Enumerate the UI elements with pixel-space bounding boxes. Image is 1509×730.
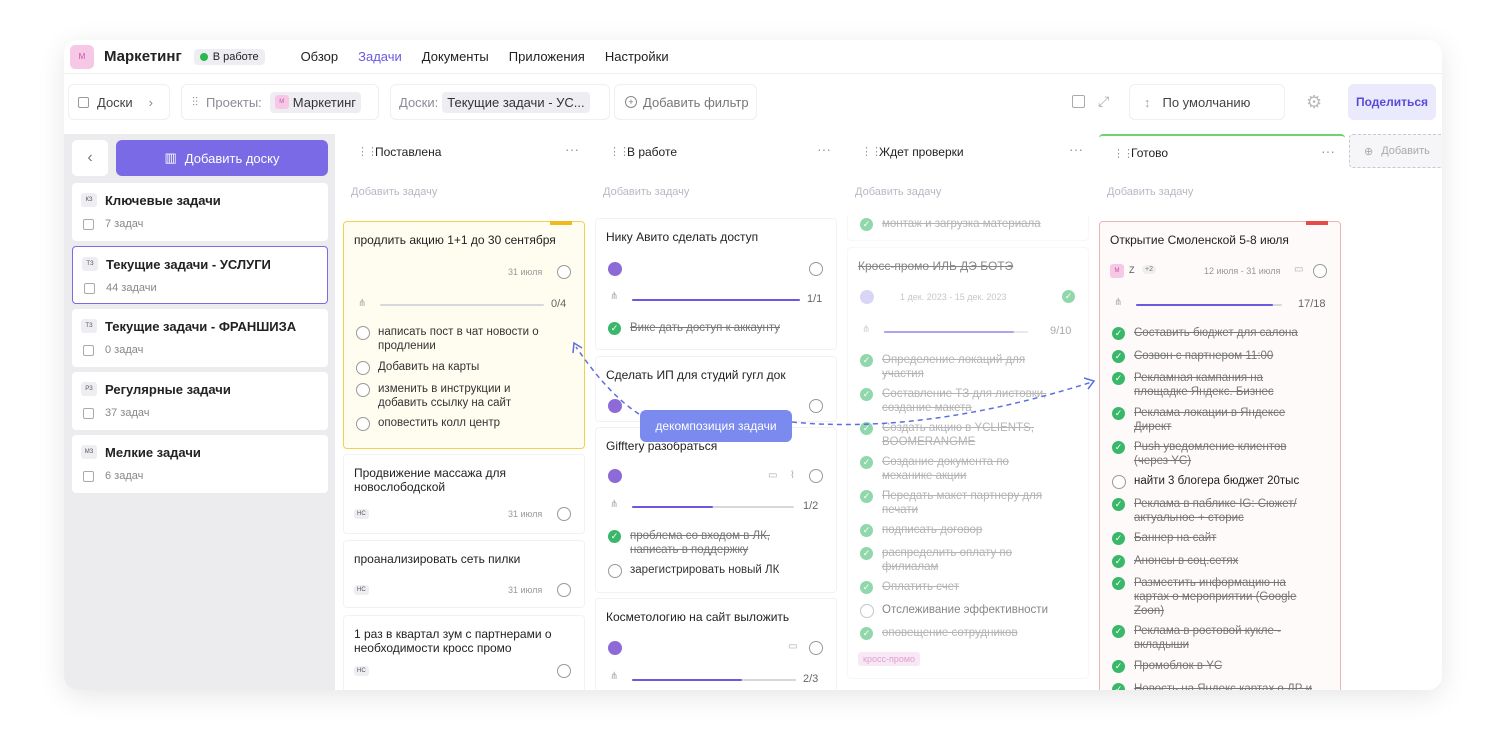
decomposition-arrows: [572, 341, 1096, 426]
app-window: М Маркетинг В работе Обзор Задачи Докуме…: [64, 40, 1442, 690]
decomposition-tooltip: декомпозиция задачи: [640, 410, 792, 442]
arrow-left: [575, 346, 640, 415]
arrow-right: [791, 381, 1093, 426]
